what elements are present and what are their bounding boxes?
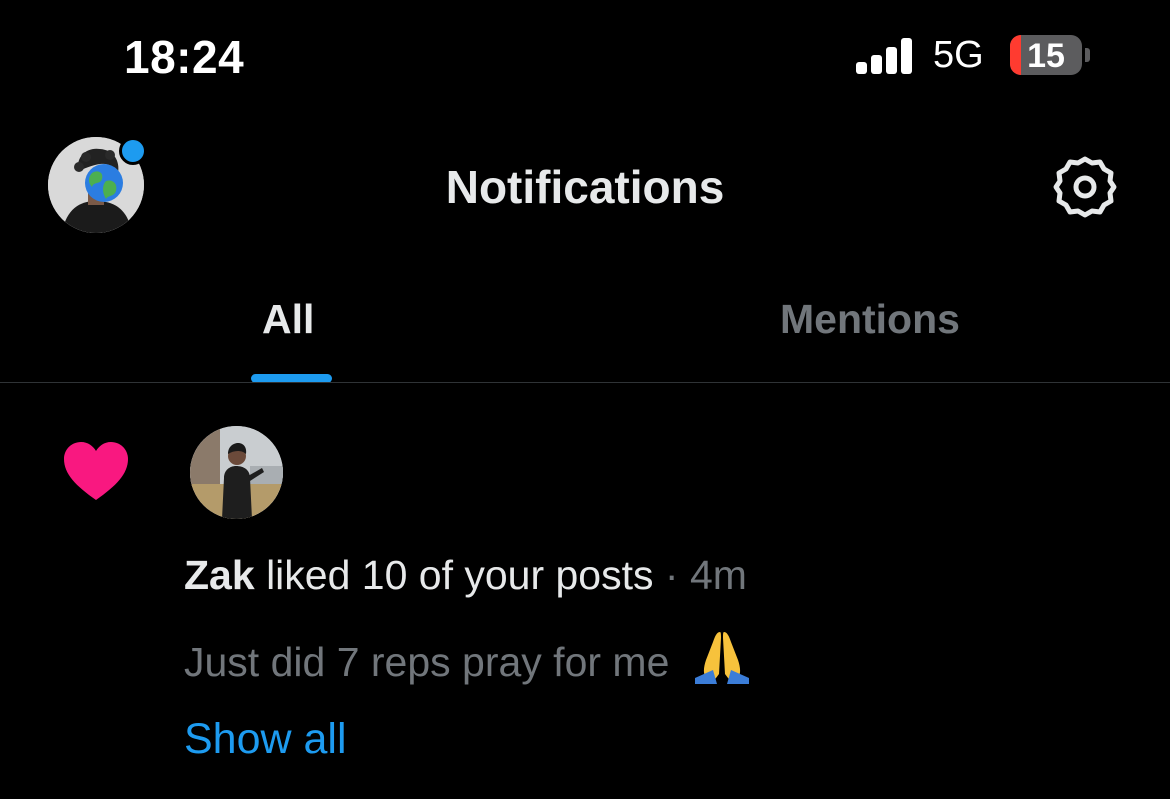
settings-gear-icon[interactable] [1052, 154, 1118, 220]
separator-dot: · [664, 552, 679, 598]
liked-post-preview[interactable]: Just did 7 reps pray for me [184, 628, 751, 694]
notification-username[interactable]: Zak [184, 552, 255, 598]
notification-time: 4m [689, 552, 747, 598]
battery-percentage: 15 [1027, 37, 1065, 75]
notification-summary[interactable]: Zak liked 10 of your posts · 4m [184, 552, 747, 599]
user-avatar-zak[interactable] [190, 426, 283, 519]
status-time: 18:24 [124, 31, 245, 83]
tab-all[interactable]: All [262, 296, 314, 343]
folded-hands-emoji-icon [693, 628, 751, 694]
network-type: 5G [933, 34, 984, 76]
tab-mentions[interactable]: Mentions [780, 296, 960, 343]
heart-icon [62, 440, 130, 502]
battery-terminal [1085, 48, 1090, 62]
post-text: Just did 7 reps pray for me [184, 639, 670, 685]
page-title: Notifications [445, 161, 725, 213]
battery-icon: 15 [1010, 35, 1082, 75]
tabs-divider [0, 382, 1170, 383]
show-all-link[interactable]: Show all [184, 715, 347, 764]
cellular-signal-icon [856, 38, 914, 74]
notification-action: liked 10 of your posts [266, 552, 654, 598]
